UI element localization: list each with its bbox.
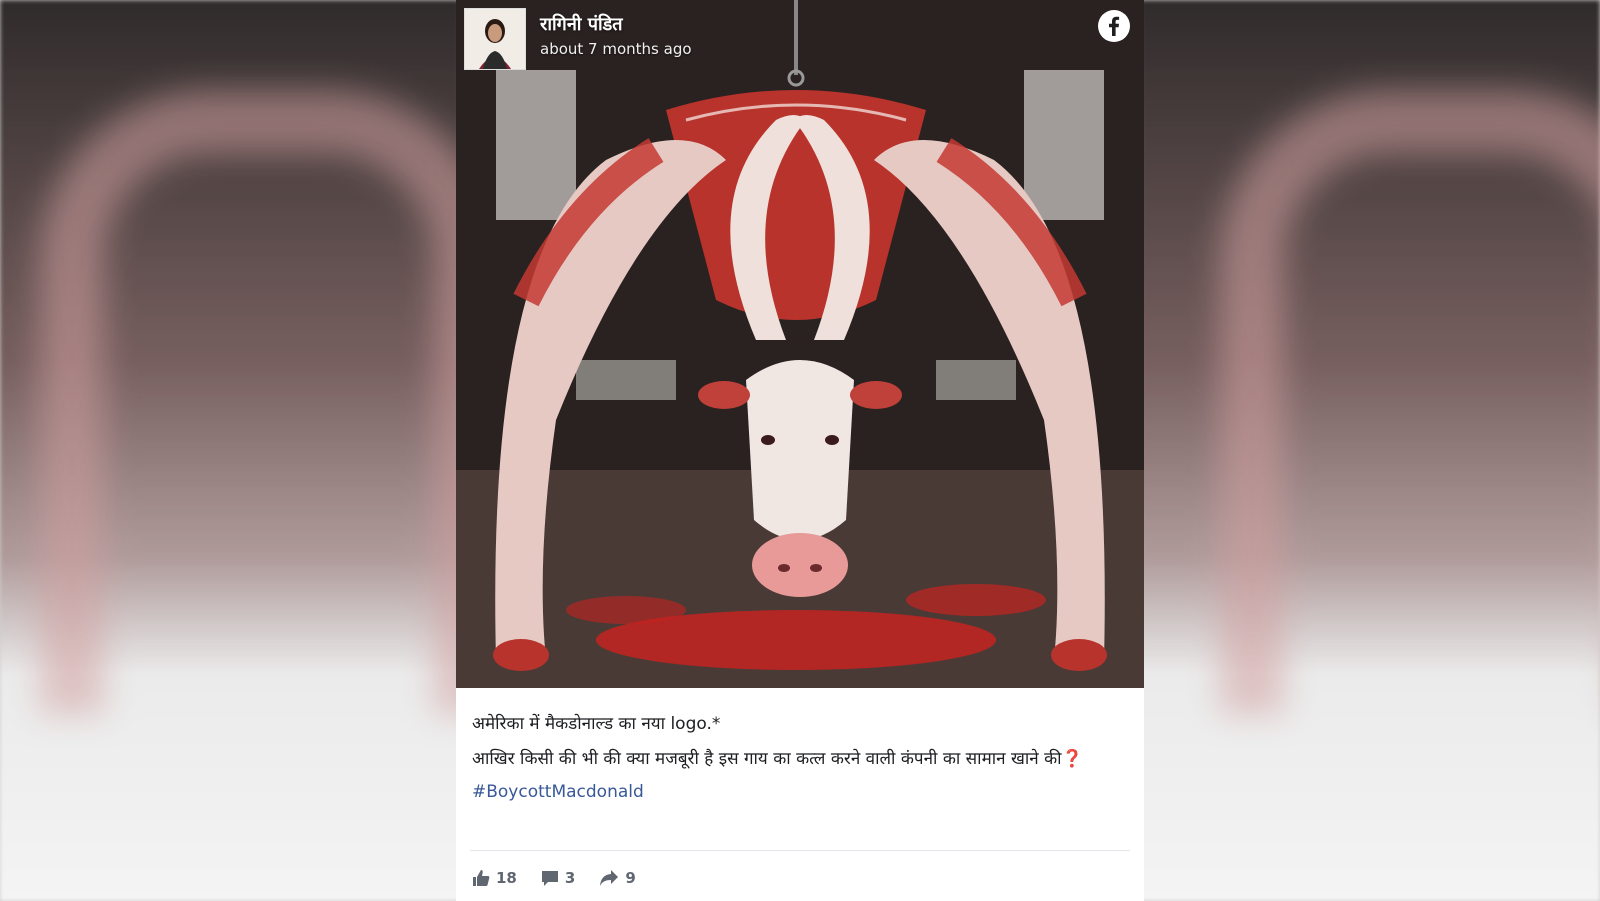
thumbs-up-icon: [473, 870, 490, 886]
post-text-line-1: अमेरिका में मैकडोनाल्ड का नया logo.*: [472, 714, 721, 734]
like-count: 18: [496, 869, 517, 887]
hashtag-link[interactable]: #BoycottMacdonald: [472, 782, 644, 802]
post-text-line-2: आखिर किसी की भी की क्या मजबूरी है इस गाय…: [472, 749, 1083, 769]
share-count: 9: [625, 869, 636, 887]
post-timestamp[interactable]: about 7 months ago: [540, 40, 692, 58]
facebook-post-card: रागिनी पंडित about 7 months ago अमेरिका …: [456, 0, 1144, 901]
facebook-icon[interactable]: [1098, 10, 1130, 42]
comment-button[interactable]: 3: [541, 869, 575, 887]
author-avatar[interactable]: [464, 8, 526, 70]
action-bar: 18 3 9: [472, 864, 636, 892]
post-text: अमेरिका में मैकडोनाल्ड का नया logo.* आखि…: [472, 712, 1122, 802]
blurred-background-left: [0, 0, 498, 901]
cow-arch-illustration: [456, 0, 1144, 688]
avatar-portrait-icon: [465, 9, 525, 69]
author-name[interactable]: रागिनी पंडित: [540, 12, 623, 36]
share-arrow-icon: [600, 870, 619, 886]
comment-count: 3: [564, 869, 576, 887]
like-button[interactable]: 18: [472, 869, 517, 887]
share-button[interactable]: 9: [599, 869, 636, 887]
blurred-background-right: [1140, 0, 1600, 901]
comment-icon: [541, 871, 558, 886]
divider: [470, 850, 1130, 851]
post-image[interactable]: रागिनी पंडित about 7 months ago: [456, 0, 1144, 688]
post-header: रागिनी पंडित about 7 months ago: [456, 0, 1144, 80]
